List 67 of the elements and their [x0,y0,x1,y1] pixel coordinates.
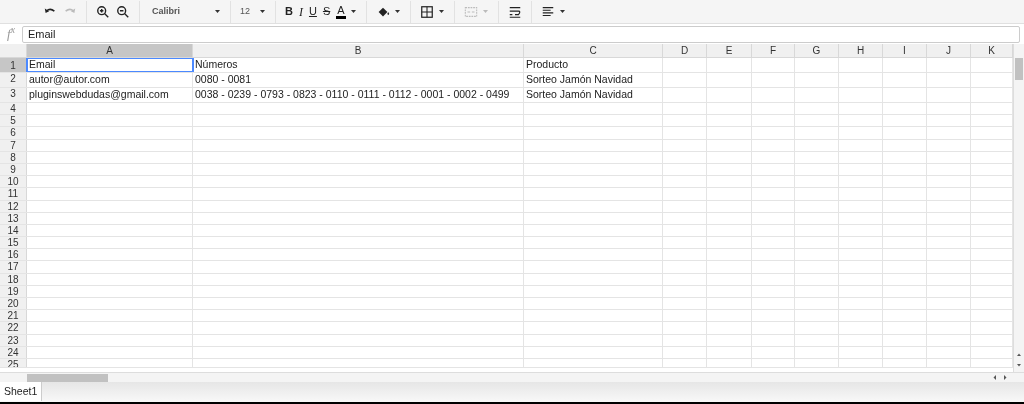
bold-button[interactable]: B [282,1,296,22]
formula-input[interactable]: Email [22,25,1020,43]
column-header[interactable]: E [707,44,752,57]
font-dropdown[interactable]: Calibri [146,1,224,22]
wrap-text-icon [507,4,522,19]
font-size-dropdown[interactable]: 12 [237,1,269,22]
row-header[interactable]: 5 [0,115,27,127]
row-header[interactable]: 12 [0,200,27,212]
caret-icon [349,9,357,14]
table-cell: pluginswebdudas@gmail.com [27,88,193,102]
caret-icon [437,9,445,14]
row-header[interactable]: 1 [0,58,27,72]
row-header[interactable]: 3 [0,88,27,102]
table-cell: Sorteo Jamón Navidad [524,73,663,87]
table-cell: autor@autor.com [27,73,193,87]
zoom-in-icon [96,4,110,19]
italic-button[interactable]: I [295,1,306,22]
row-header[interactable]: 4 [0,103,27,115]
row-header[interactable]: 18 [0,273,27,285]
table-cell: Sorteo Jamón Navidad [524,88,663,102]
column-header[interactable]: F [752,44,795,57]
row-header[interactable]: 2 [0,73,27,87]
caret-icon [481,9,489,14]
row-header[interactable]: 19 [0,285,27,297]
row-header[interactable]: 8 [0,151,27,163]
formula-label: f$^{x}$ [6,24,16,44]
caret-icon [259,9,266,14]
row-header[interactable]: 7 [0,139,27,151]
column-header[interactable]: I [883,44,927,57]
row-header[interactable]: 6 [0,127,27,139]
align-left-icon [540,4,555,19]
caret-icon [393,9,401,14]
column-header[interactable]: G [795,44,839,57]
text-color-button[interactable]: A [333,1,360,22]
merge-cells-icon [463,4,478,19]
table-cell: 0038 - 0239 - 0793 - 0823 - 0110 - 0111 - 0112 - 0001 - 0002 - 0499 [193,88,524,102]
table-cell: Producto [524,58,663,72]
column-header[interactable]: B [193,44,524,57]
table-cell: Números [193,58,524,72]
underline-button[interactable]: U [305,1,320,22]
column-header[interactable]: A [27,44,193,57]
row-header[interactable]: 22 [0,322,27,334]
column-header[interactable]: J [927,44,971,57]
row-header[interactable]: 20 [0,298,27,310]
row-header[interactable]: 21 [0,310,27,322]
caret-icon [214,9,221,14]
vertical-scrollbar[interactable] [1013,44,1024,372]
row-header[interactable]: 11 [0,188,27,200]
table-cell: Email [27,58,193,72]
grid-icon [419,4,434,19]
row-header[interactable]: 16 [0,249,27,261]
row-header[interactable]: 24 [0,346,27,358]
scrollbar-thumb[interactable] [1015,58,1023,80]
row-header[interactable]: 10 [0,176,27,188]
row-header[interactable]: 17 [0,261,27,273]
caret-icon [558,9,566,14]
row-header[interactable]: 23 [0,334,27,346]
column-header[interactable]: H [839,44,883,57]
row-header[interactable]: 13 [0,212,27,224]
scrollbar-thumb[interactable] [27,373,108,382]
zoom-out-icon [116,4,130,19]
column-header[interactable]: D [663,44,707,57]
column-header[interactable]: C [524,44,663,57]
strikethrough-button[interactable]: S [319,1,334,22]
sheet-tab[interactable]: Sheet1 [0,382,43,401]
row-header[interactable]: 15 [0,237,27,249]
table-cell: 0080 - 0081 [193,73,524,87]
